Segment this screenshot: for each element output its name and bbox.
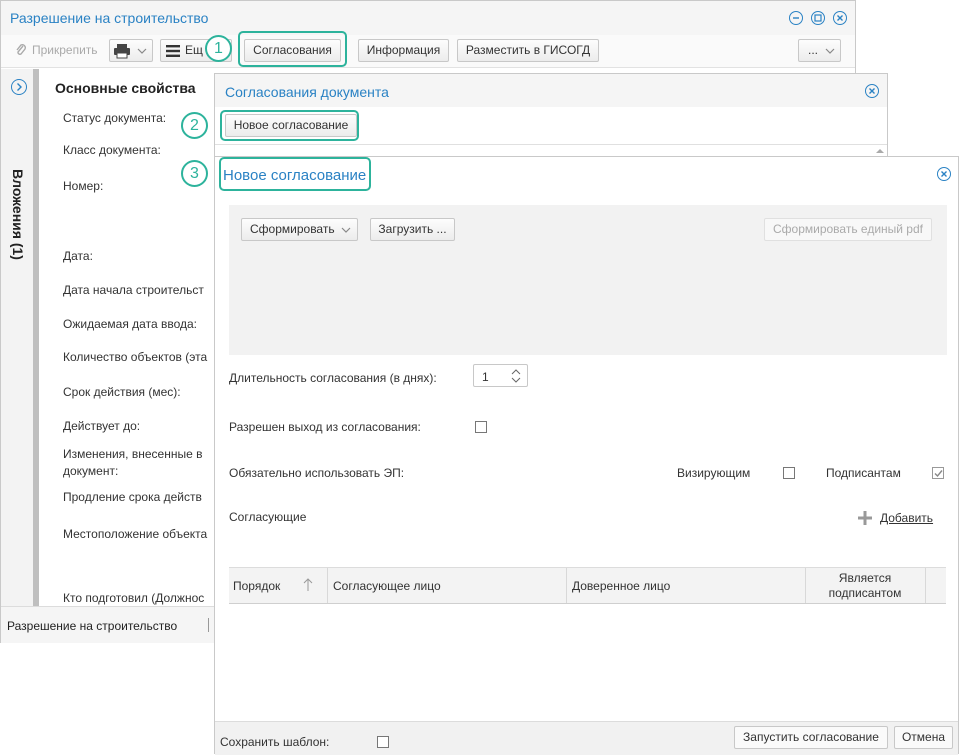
signers-checkbox[interactable] [932,467,944,479]
dialog-footer: Сохранить шаблон: Запустить согласование… [215,721,958,755]
approvers-label: Визирующим [677,466,751,480]
overflow-label: ... [808,43,819,57]
field-label: Дата: [63,249,93,263]
approvers-checkbox[interactable] [783,467,795,479]
step-badge-1: 1 [205,35,232,62]
column-trustee-label: Доверенное лицо [572,579,671,593]
field-label: Ожидаемая дата ввода: [63,317,197,331]
es-required-label: Обязательно использовать ЭП: [229,466,405,480]
window-tab-building-permit[interactable]: Разрешение на строительство [7,619,177,633]
expand-icon[interactable] [11,79,27,95]
attach-label: Прикрепить [32,43,98,57]
step-badge-2: 2 [181,112,208,139]
printer-icon [114,44,130,59]
close-icon[interactable] [937,167,951,181]
column-approver[interactable]: Согласующее лицо [328,568,567,603]
start-approval-button[interactable]: Запустить согласование [734,726,888,749]
duration-label: Длительность согласования (в днях): [229,371,437,385]
callout-frame-3 [219,157,371,191]
divider [215,144,887,145]
field-label: Количество объектов (эта [63,350,208,364]
approvals-titlebar: Согласования документа [215,74,887,107]
field-label: документ: [63,464,119,478]
single-pdf-button[interactable]: Сформировать единый pdf [764,218,932,241]
callout-frame-2 [220,110,359,141]
cancel-button[interactable]: Отмена [894,726,953,749]
attachments-label[interactable]: Вложения (1) [10,169,26,260]
field-label: Класс документа: [63,143,161,157]
column-order[interactable]: Порядок [229,568,328,603]
check-icon [934,470,943,478]
document-window-titlebar: Разрешение на строительство [1,1,855,35]
upload-button[interactable]: Загрузить ... [370,218,455,241]
info-button[interactable]: Информация [358,39,449,62]
exit-allowed-checkbox[interactable] [475,421,487,433]
new-approval-window: Новое согласование Сформировать Загрузит… [214,156,959,755]
document-toolbar: Прикрепить Ещ Согласования Информация Ра… [1,35,855,68]
signers-label: Подписантам [826,466,901,480]
column-is-signer-label: Является подписантом [828,571,902,600]
save-template-checkbox[interactable] [377,736,389,748]
tab-divider [208,618,209,632]
participants-grid-header: Порядок Согласующее лицо Доверенное лицо… [229,567,946,604]
field-label: Действует до: [63,419,141,433]
publish-gisogd-button[interactable]: Разместить в ГИСОГД [457,39,599,62]
sort-up-icon[interactable] [302,578,314,592]
restore-icon[interactable] [811,11,825,25]
print-button[interactable] [109,39,153,62]
generate-dropdown-button[interactable]: Сформировать [241,218,358,241]
callout-frame-1 [238,31,347,67]
plus-icon[interactable] [858,511,872,525]
exit-allowed-label: Разрешен выход из согласования: [229,420,421,434]
menu-icon [166,45,180,57]
duration-stepper[interactable]: 1 [473,364,528,387]
chevron-down-icon [825,48,835,54]
generate-label: Сформировать [250,222,335,236]
scroll-up-icon[interactable] [875,148,885,154]
document-window-title: Разрешение на строительство [10,10,209,26]
chevron-down-icon [137,48,147,54]
attachments-sidebar[interactable]: Вложения (1) [1,69,39,606]
field-label: Срок действия (мес): [63,385,181,399]
chevron-down-icon [341,227,351,233]
duration-value[interactable]: 1 [482,370,489,384]
save-template-label: Сохранить шаблон: [220,735,330,749]
more-label: Ещ [185,43,203,57]
minimize-icon[interactable] [789,11,803,25]
attach-button[interactable]: Прикрепить [9,39,105,62]
step-badge-3: 3 [181,160,208,187]
column-trustee[interactable]: Доверенное лицо [567,568,806,603]
section-title: Основные свойства [55,80,196,96]
close-icon[interactable] [865,84,879,98]
field-label: Дата начала строительст [63,283,204,297]
close-icon[interactable] [833,11,847,25]
column-is-signer[interactable]: Является подписантом [806,568,926,603]
column-order-label: Порядок [233,579,281,593]
spinner-icon[interactable] [511,368,521,384]
column-approver-label: Согласующее лицо [333,579,441,593]
field-label: Номер: [63,179,104,193]
field-label: Статус документа: [63,111,167,125]
approvals-window-title: Согласования документа [225,84,389,100]
field-label: Продление срока действ [63,490,202,504]
field-label: Изменения, внесенные в [63,447,203,461]
files-area: Сформировать Загрузить ... Сформировать … [229,205,947,355]
field-label: Кто подготовил (Должнос [63,591,205,605]
paperclip-icon [16,44,26,55]
add-participant-link[interactable]: Добавить [880,511,933,525]
field-label: Местоположение объекта [63,527,208,541]
participants-label: Согласующие [229,510,307,524]
overflow-menu-button[interactable]: ... [798,39,841,62]
